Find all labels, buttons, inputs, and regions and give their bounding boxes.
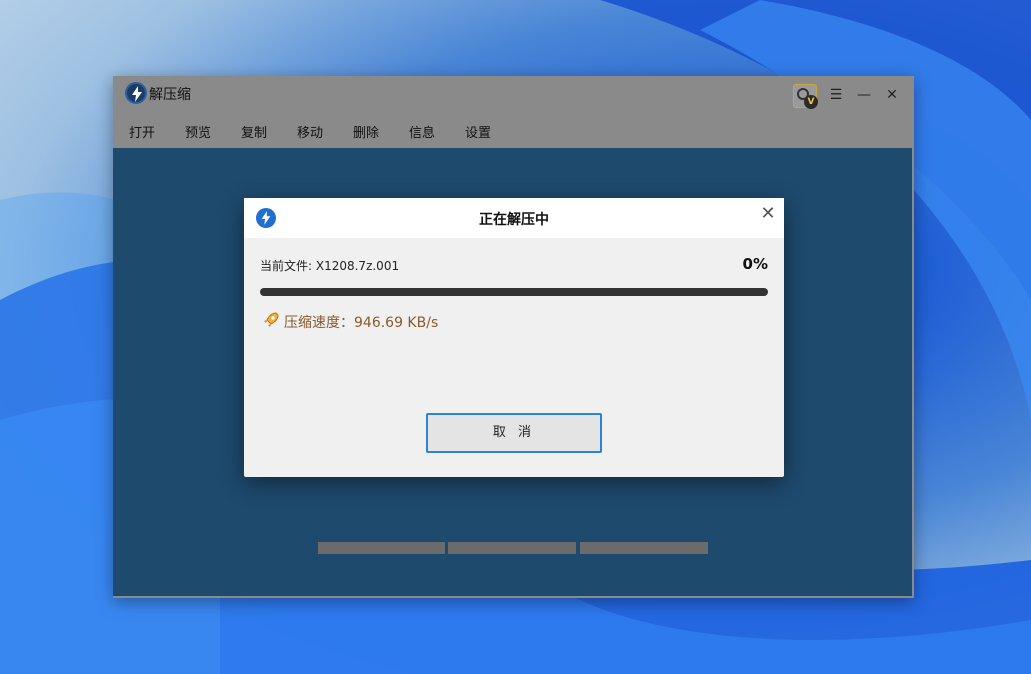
- current-file-label: 当前文件: X1208.7z.001: [260, 259, 400, 273]
- toolbar-copy[interactable]: 复制: [241, 122, 267, 141]
- extract-progress-dialog: 正在解压中 ✕ 当前文件: X1208.7z.001 0% 压缩速度：946.6…: [244, 198, 784, 477]
- progress-bar: [260, 288, 768, 296]
- toolbar-settings[interactable]: 设置: [465, 122, 491, 141]
- progress-percent: 0%: [742, 255, 768, 273]
- app-logo-icon: [125, 82, 147, 104]
- speed-label: 压缩速度：946.69 KB/s: [284, 315, 439, 331]
- minimize-icon[interactable]: —: [854, 86, 874, 104]
- menu-icon[interactable]: ☰: [826, 86, 846, 104]
- cancel-button[interactable]: 取 消: [426, 413, 602, 453]
- toolbar-open[interactable]: 打开: [129, 122, 155, 141]
- title-bar[interactable]: 解压缩 V ☰ — ✕: [113, 76, 914, 112]
- toolbar-delete[interactable]: 删除: [353, 122, 379, 141]
- rocket-icon: [262, 311, 280, 329]
- dialog-title: 正在解压中: [479, 212, 549, 228]
- close-icon[interactable]: ✕: [882, 86, 902, 104]
- background-button: [318, 542, 445, 554]
- toolbar: 打开 预览 复制 移动 删除 信息 设置: [113, 112, 914, 148]
- skin-icon[interactable]: V: [793, 84, 818, 109]
- dialog-header: 正在解压中 ✕: [244, 198, 784, 238]
- background-button: [580, 542, 708, 554]
- toolbar-preview[interactable]: 预览: [185, 122, 211, 141]
- toolbar-move[interactable]: 移动: [297, 122, 323, 141]
- close-icon[interactable]: ✕: [758, 204, 778, 224]
- app-title: 解压缩: [149, 87, 191, 103]
- vip-badge: V: [804, 95, 818, 109]
- background-button: [448, 542, 576, 554]
- toolbar-info[interactable]: 信息: [409, 122, 435, 141]
